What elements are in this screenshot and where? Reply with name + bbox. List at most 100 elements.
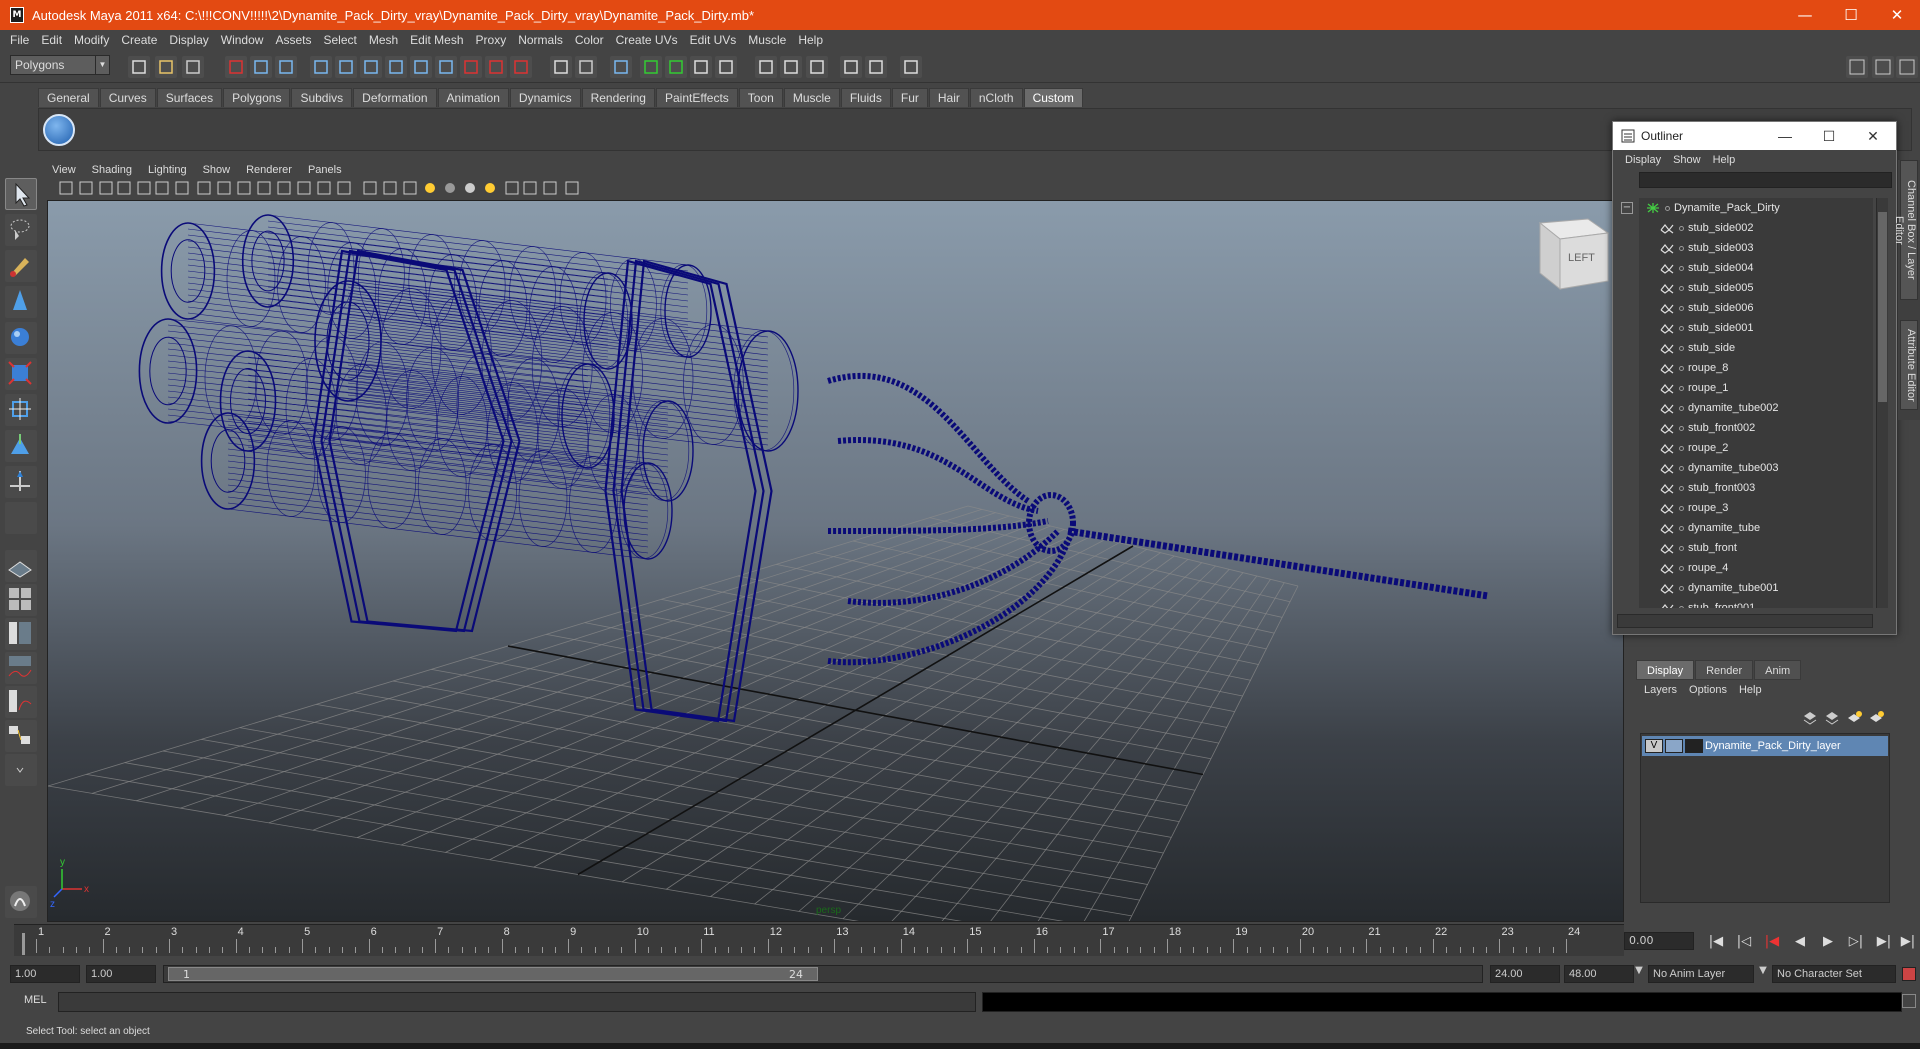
hypershade-icon[interactable] — [715, 56, 737, 78]
shelf-tab-polygons[interactable]: Polygons — [223, 88, 291, 107]
input-ops-icon[interactable] — [806, 56, 828, 78]
outliner-minimize-button[interactable]: — — [1763, 122, 1807, 150]
ipr-render-icon[interactable] — [485, 56, 507, 78]
outliner-item-root[interactable]: Dynamite_Pack_Dirty — [1639, 198, 1873, 218]
outliner-item[interactable]: roupe_8 — [1639, 358, 1873, 378]
panel-menu-panels[interactable]: Panels — [300, 164, 350, 176]
script-editor-button-icon[interactable] — [1902, 994, 1916, 1008]
panel-tool-icon-17[interactable] — [382, 180, 398, 196]
help-icon[interactable] — [780, 56, 802, 78]
start-time-field[interactable]: 1.00 — [10, 965, 80, 983]
lasso-tool-icon[interactable] — [5, 214, 37, 246]
menu-assets[interactable]: Assets — [269, 33, 317, 47]
last-tool-icon[interactable] — [5, 502, 37, 534]
outliner-item[interactable]: stub_front003 — [1639, 478, 1873, 498]
channel-box-tab[interactable]: Channel Box / Layer Editor — [1893, 160, 1918, 300]
perspective-viewport[interactable]: LEFT x y z persp — [47, 200, 1624, 922]
time-slider[interactable]: 1 2 3 4 5 6 7 8 9 10 11 12 13 14 15 16 17 18 19 20 21 22 23 24 — [14, 924, 1624, 956]
panel-tool-icon-19[interactable] — [422, 180, 438, 196]
outliner-item[interactable]: stub_side005 — [1639, 278, 1873, 298]
panel-tool-icon-18[interactable] — [402, 180, 418, 196]
range-slider[interactable]: 1 24 — [163, 965, 1483, 983]
select-tool-icon[interactable] — [5, 178, 37, 210]
outliner-item[interactable]: stub_side006 — [1639, 298, 1873, 318]
anim-layer-selector[interactable]: No Anim Layer — [1648, 965, 1754, 983]
layer-menu-options[interactable]: Options — [1683, 684, 1733, 696]
character-set-selector[interactable]: No Character Set — [1772, 965, 1896, 983]
menu-select[interactable]: Select — [317, 33, 362, 47]
play-forwards-icon[interactable]: ▶ — [1818, 933, 1838, 951]
outliner-vertical-scrollbar[interactable] — [1876, 198, 1888, 608]
shelf-tab-ncloth[interactable]: nCloth — [969, 88, 1023, 107]
command-language-label[interactable]: MEL — [24, 994, 47, 1006]
menu-help[interactable]: Help — [792, 33, 829, 47]
outliner-item[interactable]: stub_side — [1639, 338, 1873, 358]
save-scene-icon[interactable] — [182, 56, 204, 78]
go-to-start-icon[interactable]: |◀ — [1706, 933, 1726, 951]
outliner-item[interactable]: dynamite_tube003 — [1639, 458, 1873, 478]
menu-proxy[interactable]: Proxy — [470, 33, 513, 47]
menu-create[interactable]: Create — [115, 33, 163, 47]
outliner-maximize-button[interactable]: ☐ — [1807, 122, 1851, 150]
panel-tool-icon-23[interactable] — [504, 180, 520, 196]
anim-layer-chevron-icon[interactable]: ▼ — [1632, 965, 1646, 976]
single-view-layout-icon[interactable] — [5, 550, 37, 582]
shelf-tab-hair[interactable]: Hair — [928, 88, 969, 107]
make-live-icon[interactable] — [410, 56, 432, 78]
panel-tool-icon-25[interactable] — [542, 180, 558, 196]
auto-key-icon[interactable] — [1902, 967, 1916, 981]
shelf-tab-muscle[interactable]: Muscle — [783, 88, 840, 107]
soft-mod-tool-icon[interactable] — [5, 430, 37, 462]
outliner-item[interactable]: stub_side001 — [1639, 318, 1873, 338]
shelf-tab-painteffects[interactable]: PaintEffects — [655, 88, 738, 107]
panel-tool-icon-15[interactable] — [336, 180, 352, 196]
go-to-end-icon[interactable]: ▶| — [1898, 933, 1918, 951]
play-backwards-icon[interactable]: ◀ — [1790, 933, 1810, 951]
shelf-tab-fur[interactable]: Fur — [891, 88, 928, 107]
panel-tool-icon-26[interactable] — [564, 180, 580, 196]
current-time-indicator[interactable] — [22, 933, 25, 955]
panel-tool-icon-22[interactable] — [482, 180, 498, 196]
menu-edit-mesh[interactable]: Edit Mesh — [404, 33, 469, 47]
panel-tool-icon-2[interactable] — [78, 180, 94, 196]
outliner-item[interactable]: dynamite_tube — [1639, 518, 1873, 538]
new-scene-icon[interactable] — [128, 56, 150, 78]
current-time-field[interactable]: 0.00 — [1624, 932, 1694, 950]
render-globals-icon[interactable] — [690, 56, 712, 78]
persp-outliner-layout-icon[interactable] — [5, 618, 37, 650]
playback-start-field[interactable]: 1.00 — [86, 965, 156, 983]
move-layer-up-icon[interactable] — [1801, 710, 1819, 726]
menu-muscle[interactable]: Muscle — [742, 33, 792, 47]
menu-edit[interactable]: Edit — [35, 33, 68, 47]
move-layer-down-icon[interactable] — [1823, 710, 1841, 726]
manipulator-tool-icon[interactable] — [5, 394, 37, 426]
panel-tool-icon-4[interactable] — [116, 180, 132, 196]
panel-tool-icon-10[interactable] — [236, 180, 252, 196]
menu-file[interactable]: File — [4, 33, 35, 47]
ipr-icon[interactable] — [665, 56, 687, 78]
collapse-toggle-icon[interactable]: − — [1621, 202, 1633, 214]
menu-create-uvs[interactable]: Create UVs — [610, 33, 684, 47]
range-slider-handle[interactable]: 1 24 — [168, 967, 818, 981]
single-panel-layout-icon[interactable] — [1846, 56, 1868, 78]
outliner-item[interactable]: stub_side004 — [1639, 258, 1873, 278]
rotate-tool-icon[interactable] — [5, 322, 37, 354]
more-layouts-icon[interactable] — [5, 754, 37, 786]
outliner-item[interactable]: stub_side002 — [1639, 218, 1873, 238]
panel-tool-icon-7[interactable] — [174, 180, 190, 196]
panel-tool-icon-14[interactable] — [316, 180, 332, 196]
paint-select-tool-icon[interactable] — [5, 250, 37, 282]
layer-row[interactable]: V Dynamite_Pack_Dirty_layer — [1642, 736, 1888, 756]
shelf-tab-curves[interactable]: Curves — [99, 88, 156, 107]
menu-color[interactable]: Color — [569, 33, 610, 47]
character-set-chevron-icon[interactable]: ▼ — [1756, 965, 1770, 976]
close-button[interactable]: ✕ — [1874, 0, 1920, 30]
tool-settings-toggle-icon[interactable] — [1896, 56, 1918, 78]
panel-menu-show[interactable]: Show — [195, 164, 239, 176]
select-by-hierarchy-icon[interactable] — [225, 56, 247, 78]
move-tool-icon[interactable] — [5, 286, 37, 318]
outliner-filter-input[interactable] — [1639, 172, 1892, 188]
outliner-item[interactable]: stub_side003 — [1639, 238, 1873, 258]
outliner-close-button[interactable]: ✕ — [1851, 122, 1895, 150]
layer-menu-help[interactable]: Help — [1733, 684, 1768, 696]
